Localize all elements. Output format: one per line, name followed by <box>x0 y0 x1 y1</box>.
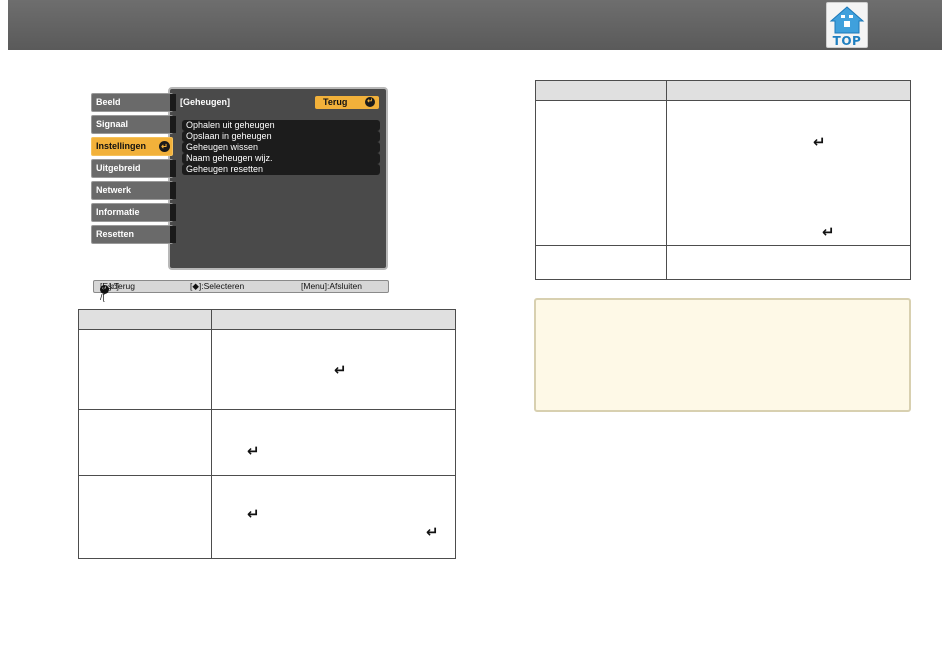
table-cell <box>78 409 212 476</box>
panel-title: [Geheugen] <box>180 97 231 107</box>
home-icon <box>829 6 865 34</box>
header-cell <box>78 309 212 330</box>
table-row: ↵ <box>78 409 456 476</box>
table-row: ↵ ↵ <box>535 100 911 246</box>
table-cell: ↵ ↵ <box>211 475 456 559</box>
sidebar-item-uitgebreid[interactable]: Uitgebreid <box>91 159 176 178</box>
table-cell: ↵ <box>211 409 456 476</box>
table-cell <box>535 100 667 246</box>
back-button[interactable]: Terug ↵ <box>315 96 379 109</box>
sidebar-item-resetten[interactable]: Resetten <box>91 225 176 244</box>
sidebar-item-netwerk[interactable]: Netwerk <box>91 181 176 200</box>
settings-table-right: ↵ ↵ <box>535 80 911 280</box>
enter-icon: ↵ <box>365 97 375 107</box>
top-label: TOP <box>832 34 862 48</box>
note-box <box>534 298 911 412</box>
top-banner <box>8 0 942 50</box>
footer-select: [◆]:Selecteren <box>190 281 245 291</box>
menu-item-recall[interactable]: Ophalen uit geheugen <box>182 120 380 131</box>
footer-menu: [Menu]:Afsluiten <box>301 281 362 291</box>
table-header <box>535 80 911 101</box>
table-row: ↵ <box>78 329 456 410</box>
table-header <box>78 309 456 330</box>
table-cell <box>78 329 212 410</box>
return-icon: ↵ <box>247 505 260 523</box>
memory-panel: [Geheugen] Terug ↵ Ophalen uit geheugen … <box>168 87 388 270</box>
sidebar-item-signaal[interactable]: Signaal <box>91 115 176 134</box>
table-cell <box>666 245 911 280</box>
header-cell <box>535 80 667 101</box>
osd-footer: [Esc] /[↵]:Terug [◆]:Selecteren [Menu]:A… <box>93 280 389 302</box>
header-cell <box>666 80 911 101</box>
menu-item-erase[interactable]: Geheugen wissen <box>182 142 380 153</box>
table-cell: ↵ <box>211 329 456 410</box>
settings-table-left: ↵ ↵ ↵ ↵ <box>78 309 456 559</box>
return-icon: ↵ <box>822 223 835 241</box>
projector-menu: [Geheugen] Terug ↵ Ophalen uit geheugen … <box>90 85 390 302</box>
return-icon: ↵ <box>247 442 260 460</box>
top-button[interactable]: TOP <box>826 2 868 48</box>
menu-item-rename[interactable]: Naam geheugen wijz. <box>182 153 380 164</box>
sidebar-item-instellingen[interactable]: Instellingen ↵ <box>91 137 173 156</box>
menu-item-reset[interactable]: Geheugen resetten <box>182 164 380 175</box>
sidebar-item-informatie[interactable]: Informatie <box>91 203 176 222</box>
footer-esc: [Esc] /[↵]:Terug <box>100 281 135 302</box>
return-icon: ↵ <box>334 361 347 379</box>
enter-icon: ↵ <box>159 141 170 152</box>
table-cell: ↵ ↵ <box>666 100 911 246</box>
table-row: ↵ ↵ <box>78 475 456 559</box>
table-cell <box>78 475 212 559</box>
sidebar-item-beeld[interactable]: Beeld <box>91 93 176 112</box>
table-row <box>535 245 911 280</box>
menu-item-save[interactable]: Opslaan in geheugen <box>182 131 380 142</box>
header-cell <box>211 309 456 330</box>
return-icon: ↵ <box>426 523 439 541</box>
return-icon: ↵ <box>813 133 826 151</box>
table-cell <box>535 245 667 280</box>
